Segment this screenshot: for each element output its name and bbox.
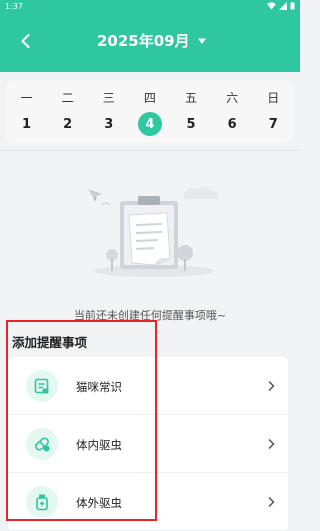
section-title: 添加提醒事项 — [12, 335, 88, 350]
date-number: 7 — [268, 116, 278, 132]
weekday-label: 三 — [102, 91, 115, 105]
date-number-selected: 4 — [137, 112, 162, 136]
list-item-label: 猫咪常识 — [76, 380, 122, 394]
weekday-label: 二 — [61, 91, 74, 105]
date-cell[interactable]: 2 — [47, 112, 88, 136]
status-bar: 1:37 — [0, 0, 300, 14]
date-cell[interactable]: 1 — [6, 112, 47, 136]
wifi-icon — [267, 2, 276, 10]
list-item-external-deworming[interactable]: 体外驱虫 — [8, 473, 288, 531]
weekday-label: 五 — [185, 91, 198, 105]
chevron-right-icon — [268, 438, 275, 450]
date-cell[interactable]: 5 — [171, 112, 212, 136]
document-icon — [26, 370, 58, 402]
divider — [0, 150, 300, 151]
back-arrow-icon[interactable] — [16, 31, 36, 51]
date-number: 1 — [22, 116, 32, 132]
weekday-label: 日 — [267, 91, 280, 105]
header: 2025年09月 — [0, 14, 300, 72]
date-number: 2 — [63, 116, 73, 132]
date-number: 3 — [104, 116, 114, 132]
empty-state-text: 当前还未创建任何提醒事项哦~ — [73, 309, 227, 322]
list-item-label: 体外驱虫 — [76, 496, 122, 510]
month-selector[interactable]: 2025年09月 — [97, 30, 207, 51]
status-time: 1:37 — [5, 2, 23, 11]
empty-clipboard-illustration — [88, 186, 219, 277]
list-item-label: 体内驱虫 — [76, 438, 122, 452]
weekday-label: 四 — [143, 91, 156, 105]
battery-icon — [290, 2, 295, 10]
week-calendar: 一 二 三 四 五 六 日 1 2 3 4 5 6 7 — [6, 80, 294, 143]
status-icons — [267, 2, 295, 10]
list-item-internal-deworming[interactable]: 体内驱虫 — [8, 415, 288, 473]
date-cell[interactable]: 3 — [88, 112, 129, 136]
medicine-bottle-icon — [26, 486, 58, 518]
dropdown-triangle-icon — [197, 38, 206, 44]
weekday-label: 一 — [20, 91, 33, 105]
date-number: 5 — [186, 116, 196, 132]
date-cell[interactable]: 6 — [212, 112, 253, 136]
date-row: 1 2 3 4 5 6 7 — [6, 112, 294, 136]
weekday-label: 六 — [226, 91, 239, 105]
date-cell[interactable]: 7 — [253, 112, 294, 136]
reminder-type-list: 猫咪常识 体内驱虫 体外驱虫 — [8, 357, 288, 531]
pill-icon — [26, 428, 58, 460]
date-cell-selected[interactable]: 4 — [129, 112, 170, 136]
page-title: 2025年09月 — [97, 32, 190, 50]
list-item-cat-knowledge[interactable]: 猫咪常识 — [8, 357, 288, 415]
date-number: 6 — [227, 116, 237, 132]
chevron-right-icon — [268, 496, 275, 508]
signal-icon — [279, 2, 287, 10]
weekday-row: 一 二 三 四 五 六 日 — [6, 89, 294, 106]
chevron-right-icon — [268, 380, 275, 392]
